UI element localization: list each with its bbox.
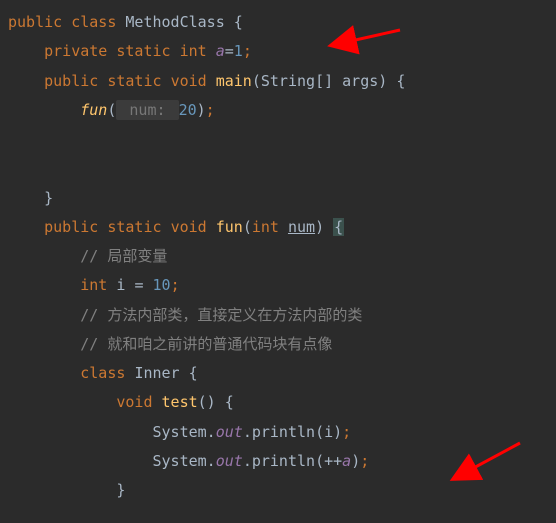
paren-brace: () {	[198, 393, 234, 411]
code-line: // 局部变量	[8, 242, 556, 271]
keyword-static: static	[107, 72, 170, 90]
comment: // 就和咱之前讲的普通代码块有点像	[80, 335, 332, 353]
method-println: println	[252, 452, 315, 470]
keyword-public: public	[44, 72, 107, 90]
out-ref: out	[216, 452, 243, 470]
paren-brace: ) {	[378, 72, 405, 90]
number-literal: 20	[179, 101, 197, 119]
keyword-static: static	[107, 218, 170, 236]
equals: =	[225, 42, 234, 60]
method-fun: fun	[216, 218, 243, 236]
code-line: // 方法内部类，直接定义在方法内部的类	[8, 301, 556, 330]
code-line: public static void fun(int num) {	[8, 213, 556, 242]
paren: (	[252, 72, 261, 90]
code-line: int i = 10;	[8, 271, 556, 300]
method-call-fun: fun	[80, 101, 107, 119]
brace: }	[116, 481, 125, 499]
paren: (	[243, 218, 252, 236]
semicolon: ;	[171, 276, 180, 294]
brace: {	[189, 364, 198, 382]
code-line: public static void main(String[] args) {	[8, 67, 556, 96]
keyword-public: public	[44, 218, 107, 236]
method-main: main	[216, 72, 252, 90]
code-line: public class MethodClass {	[8, 8, 556, 37]
arrow-annotation-icon	[440, 438, 530, 493]
code-line: private static int a=1;	[8, 37, 556, 66]
code-line: }	[8, 184, 556, 213]
semicolon: ;	[243, 42, 252, 60]
paren: (	[315, 423, 324, 441]
paren: )	[351, 452, 360, 470]
code-line	[8, 154, 556, 183]
arrow-annotation-icon	[315, 25, 405, 55]
number-literal: 1	[234, 42, 243, 60]
number-literal: 10	[153, 276, 171, 294]
keyword-class: class	[71, 13, 125, 31]
paren: )	[333, 423, 342, 441]
keyword-static: static	[116, 42, 179, 60]
code-line: class Inner {	[8, 359, 556, 388]
comment: // 局部变量	[80, 247, 167, 265]
keyword-int: int	[252, 218, 288, 236]
keyword-class: class	[80, 364, 134, 382]
class-inner: Inner	[134, 364, 188, 382]
code-line	[8, 125, 556, 154]
code-editor[interactable]: public class MethodClass { private stati…	[8, 8, 556, 505]
paren-incr: (++	[315, 452, 342, 470]
system-ref: System.	[153, 452, 216, 470]
code-line: fun( num: 20);	[8, 96, 556, 125]
comment: // 方法内部类，直接定义在方法内部的类	[80, 306, 362, 324]
paren: )	[315, 218, 333, 236]
dot: .	[243, 452, 252, 470]
keyword-int: int	[180, 42, 216, 60]
keyword-private: private	[44, 42, 116, 60]
semicolon: ;	[206, 101, 215, 119]
var-i: i	[324, 423, 333, 441]
semicolon: ;	[342, 423, 351, 441]
keyword-void: void	[171, 218, 216, 236]
field-a: a	[342, 452, 351, 470]
brace-highlighted: {	[333, 218, 344, 236]
field-a: a	[216, 42, 225, 60]
code-line: // 就和咱之前讲的普通代码块有点像	[8, 330, 556, 359]
keyword-int: int	[80, 276, 116, 294]
paren: )	[197, 101, 206, 119]
var-i: i	[116, 276, 134, 294]
code-line: void test() {	[8, 388, 556, 417]
param-num: num	[288, 218, 315, 236]
method-test: test	[162, 393, 198, 411]
brace: {	[234, 13, 243, 31]
out-ref: out	[216, 423, 243, 441]
class-name: MethodClass	[125, 13, 233, 31]
system-ref: System.	[153, 423, 216, 441]
dot: .	[243, 423, 252, 441]
method-println: println	[252, 423, 315, 441]
param-hint: num:	[116, 100, 178, 120]
keyword-void: void	[116, 393, 161, 411]
brace: }	[44, 189, 53, 207]
keyword-public: public	[8, 13, 71, 31]
type-string: String	[261, 72, 315, 90]
keyword-void: void	[171, 72, 216, 90]
semicolon: ;	[360, 452, 369, 470]
equals: =	[134, 276, 152, 294]
param-args: [] args	[315, 72, 378, 90]
